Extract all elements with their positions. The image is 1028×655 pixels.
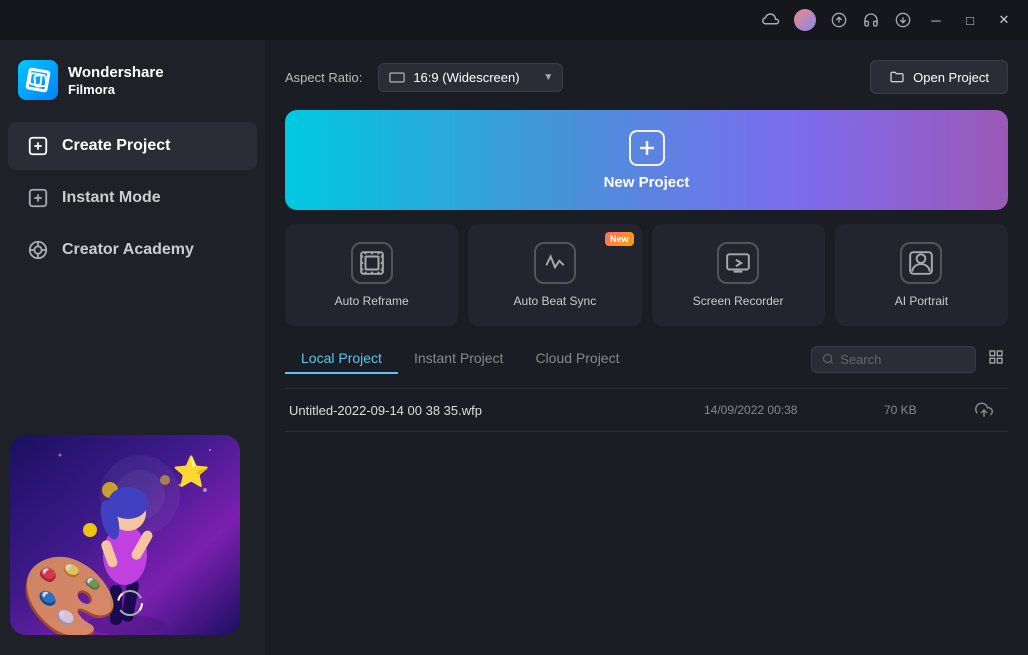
sidebar-art (10, 435, 240, 635)
titlebar-icons (762, 9, 912, 31)
top-bar: Aspect Ratio: 16:9 (Widescreen) ▼ Open P… (285, 60, 1008, 94)
sidebar-item-creator-academy[interactable]: Creator Academy (8, 226, 257, 274)
auto-beat-sync-label: Auto Beat Sync (514, 294, 597, 308)
screen-recorder-label: Screen Recorder (693, 294, 784, 308)
feature-card-auto-beat-sync[interactable]: New Auto Beat Sync (468, 224, 641, 326)
maximize-button[interactable]: □ (956, 6, 984, 34)
projects-header: Local Project Instant Project Cloud Proj… (285, 344, 1008, 374)
app-body: Wondershare Filmora Create Project (0, 40, 1028, 655)
aspect-ratio-select[interactable]: 16:9 (Widescreen) (378, 63, 563, 92)
open-project-button[interactable]: Open Project (870, 60, 1008, 94)
main-content: Aspect Ratio: 16:9 (Widescreen) ▼ Open P… (265, 40, 1028, 655)
project-upload-button[interactable] (964, 401, 1004, 419)
instant-mode-icon (26, 186, 50, 210)
cloud-icon[interactable] (762, 11, 780, 29)
new-badge: New (605, 232, 634, 246)
folder-icon (889, 69, 905, 85)
feature-card-auto-reframe[interactable]: Auto Reframe (285, 224, 458, 326)
app-name: Wondershare (68, 64, 164, 82)
aspect-ratio-icon (389, 72, 405, 83)
creator-academy-icon (26, 238, 50, 262)
window-controls: ─ □ ✕ (922, 6, 1018, 34)
upload-cloud-icon (975, 401, 993, 419)
headset-icon[interactable] (862, 11, 880, 29)
project-name: Untitled-2022-09-14 00 38 35.wfp (289, 403, 704, 418)
ai-portrait-icon (900, 242, 942, 284)
tab-cloud-project[interactable]: Cloud Project (519, 344, 635, 374)
minimize-button[interactable]: ─ (922, 6, 950, 34)
logo-area: Wondershare Filmora (0, 50, 265, 120)
sidebar-illustration (0, 425, 265, 645)
table-row[interactable]: Untitled-2022-09-14 00 38 35.wfp 14/09/2… (285, 389, 1008, 432)
project-date: 14/09/2022 00:38 (704, 403, 884, 417)
feature-cards: Auto Reframe New Auto Beat Sync (285, 224, 1008, 326)
sidebar: Wondershare Filmora Create Project (0, 40, 265, 655)
new-project-label: New Project (604, 174, 690, 191)
download-icon[interactable] (894, 11, 912, 29)
auto-reframe-label: Auto Reframe (335, 294, 409, 308)
feature-card-screen-recorder[interactable]: Screen Recorder (652, 224, 825, 326)
plus-icon (635, 136, 659, 160)
project-list: Untitled-2022-09-14 00 38 35.wfp 14/09/2… (285, 388, 1008, 432)
new-project-banner[interactable]: New Project (285, 110, 1008, 210)
sidebar-item-create-project[interactable]: Create Project (8, 122, 257, 170)
logo-text: Wondershare Filmora (68, 64, 164, 97)
feature-card-ai-portrait[interactable]: AI Portrait (835, 224, 1008, 326)
app-logo-icon (18, 60, 58, 100)
search-input[interactable] (840, 352, 965, 367)
auto-reframe-icon (351, 242, 393, 284)
tab-local-project[interactable]: Local Project (285, 344, 398, 374)
grid-view-button[interactable] (984, 345, 1008, 374)
sidebar-item-instant-mode[interactable]: Instant Mode (8, 174, 257, 222)
upload-icon[interactable] (830, 11, 848, 29)
search-icon (822, 352, 834, 366)
sidebar-item-creator-academy-label: Creator Academy (62, 241, 194, 259)
aspect-ratio-label: Aspect Ratio: (285, 70, 362, 85)
auto-beat-sync-icon (534, 242, 576, 284)
tab-instant-project[interactable]: Instant Project (398, 344, 520, 374)
user-avatar[interactable] (794, 9, 816, 31)
close-button[interactable]: ✕ (990, 6, 1018, 34)
titlebar: ─ □ ✕ (0, 0, 1028, 40)
app-subname: Filmora (68, 82, 164, 97)
ai-portrait-label: AI Portrait (895, 294, 948, 308)
create-project-icon (26, 134, 50, 158)
aspect-ratio-wrapper: 16:9 (Widescreen) ▼ (378, 63, 563, 92)
grid-icon (988, 349, 1004, 365)
new-project-icon (629, 130, 665, 166)
sidebar-item-instant-mode-label: Instant Mode (62, 189, 161, 207)
project-size: 70 KB (884, 403, 964, 417)
screen-recorder-icon (717, 242, 759, 284)
search-box (811, 346, 976, 373)
sidebar-item-create-project-label: Create Project (62, 137, 171, 155)
